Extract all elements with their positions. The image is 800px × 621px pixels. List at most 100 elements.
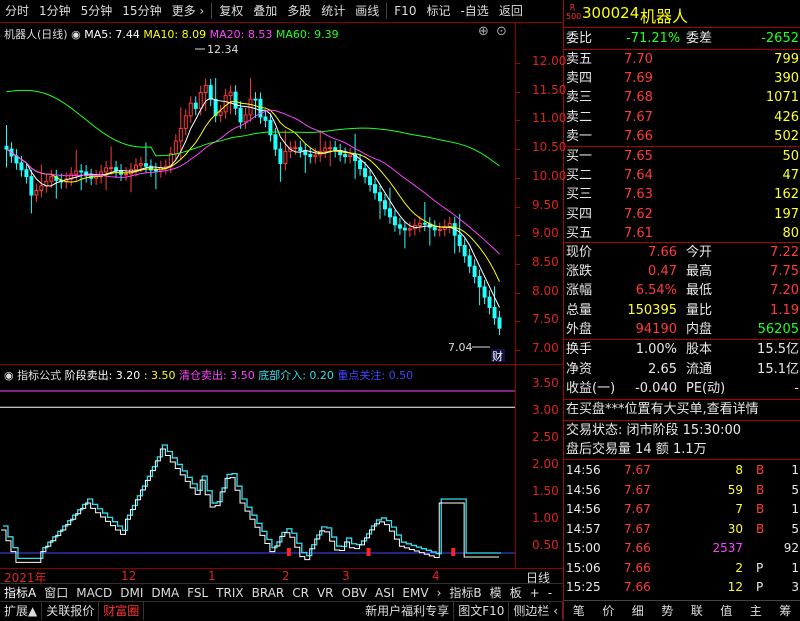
asks-row[interactable]: 卖四 7.69 390 xyxy=(566,69,799,89)
side-tab[interactable]: 值 xyxy=(716,601,736,620)
bids-row[interactable]: 买一 7.65 50 xyxy=(566,147,799,167)
toolbar-item[interactable]: F10 xyxy=(389,0,421,23)
indicator-tab[interactable]: EMV xyxy=(398,584,432,601)
toolbar-item[interactable]: -自选 xyxy=(455,0,493,23)
toolbar-item[interactable]: 画线 xyxy=(350,0,384,23)
candle xyxy=(19,162,24,171)
toolbar-item[interactable]: 5分钟 xyxy=(76,0,118,23)
indicator-tab[interactable]: DMI xyxy=(116,584,147,601)
tick-mark xyxy=(515,149,520,151)
price-chart[interactable]: 12.34 7.04 财 xyxy=(0,40,515,364)
candle xyxy=(253,98,258,101)
bids-price: 7.64 xyxy=(624,168,653,184)
asks-volume: 502 xyxy=(774,128,799,144)
ma60-line xyxy=(6,89,500,167)
bids-row[interactable]: 买四 7.62 197 xyxy=(566,205,799,225)
tick-mark xyxy=(515,263,520,265)
status-item[interactable]: 扩展▲ xyxy=(0,602,43,620)
bids-volume: 80 xyxy=(782,225,799,241)
indicator-tab[interactable]: 指标A xyxy=(0,584,40,601)
asks-row[interactable]: 卖一 7.66 502 xyxy=(566,127,799,147)
more-icon[interactable]: ⊕ xyxy=(478,24,489,39)
toolbar-item[interactable]: 15分钟 xyxy=(117,0,166,23)
toolbar-item[interactable]: 统计 xyxy=(316,0,350,23)
side-tab[interactable]: 价 xyxy=(598,601,618,620)
side-tab[interactable]: 筹 xyxy=(775,601,795,620)
candle xyxy=(49,176,54,182)
tick-row: 14:56 7.67 8 B 1 xyxy=(566,461,799,479)
toolbar-item[interactable]: 返回 xyxy=(494,0,528,23)
bids-row[interactable]: 买三 7.63 162 xyxy=(566,185,799,205)
indicator-tab[interactable]: + xyxy=(526,584,544,601)
indicator-tab[interactable]: VR xyxy=(313,584,338,601)
tick-row: 14:56 7.67 7 B 1 xyxy=(566,500,799,518)
settings-icon[interactable]: ⊙ xyxy=(496,24,507,39)
tick-volume: 8 xyxy=(735,463,743,477)
price-tick: 10.50 xyxy=(532,140,567,155)
indicator-tab[interactable]: MACD xyxy=(72,584,116,601)
toolbar-item[interactable]: 标记 xyxy=(421,0,455,23)
indicator-tab[interactable]: CR xyxy=(288,584,313,601)
bids-volume: 197 xyxy=(774,206,799,222)
side-tab[interactable]: 联 xyxy=(687,601,707,620)
toolbar-item[interactable]: 1分钟 xyxy=(34,0,76,23)
toolbar-item[interactable]: 多股 xyxy=(282,0,316,23)
candle xyxy=(313,154,318,158)
bids-volume: 162 xyxy=(774,187,799,203)
indicator-tick: 3.00 xyxy=(532,403,559,417)
side-tab[interactable]: 细 xyxy=(628,601,648,620)
status-item[interactable]: 新用户福利专享 xyxy=(361,602,455,620)
toolbar-item[interactable]: 叠加 xyxy=(248,0,282,23)
status-item[interactable]: 侧边栏 ‹ xyxy=(509,602,563,620)
candle xyxy=(193,102,198,109)
trade-status: 交易状态: 闭市阶段 15:30:00 xyxy=(566,423,742,438)
indicator-tick: 2.50 xyxy=(532,430,559,444)
indicator-tab[interactable]: - xyxy=(544,584,556,601)
side-tab[interactable]: 势 xyxy=(657,601,677,620)
candle xyxy=(358,160,363,170)
candle xyxy=(492,307,497,319)
indicator-tab[interactable]: 指标B xyxy=(445,584,485,601)
indicator-tab[interactable]: BRAR xyxy=(248,584,289,601)
indicator-tab[interactable]: DMA xyxy=(147,584,183,601)
indicator-tab[interactable]: 窗口 xyxy=(40,584,72,601)
indicator-tick: 1.50 xyxy=(532,484,559,498)
bids-row[interactable]: 买二 7.64 47 xyxy=(566,166,799,186)
tick-price: 7.67 xyxy=(624,482,651,497)
indicator-tab[interactable]: 模 xyxy=(486,584,506,601)
quote-value: 7.75 xyxy=(770,264,799,280)
indicator-tab[interactable]: FSL xyxy=(183,584,212,601)
candle xyxy=(363,168,368,178)
indicator-tab[interactable]: 板 xyxy=(506,584,526,601)
asks-row[interactable]: 卖五 7.70 799 xyxy=(566,50,799,70)
toolbar-item[interactable]: 复权 xyxy=(214,0,248,23)
big-order-notice[interactable]: 在买盘***位置有大买单,查看详情 xyxy=(566,400,799,420)
toolbar-item[interactable]: 分时 xyxy=(0,0,34,23)
toolbar-item[interactable]: 更多 › xyxy=(167,0,210,23)
indicator-tab[interactable]: OBV xyxy=(338,584,372,601)
indicator-tab[interactable]: › xyxy=(433,584,446,601)
indicator-chart[interactable] xyxy=(0,378,515,568)
asks-row[interactable]: 卖二 7.67 426 xyxy=(566,108,799,128)
side-tab[interactable]: 主 xyxy=(746,601,766,620)
indicator-tab[interactable]: TRIX xyxy=(212,584,247,601)
indicator-tab[interactable]: ASI xyxy=(371,584,398,601)
status-item[interactable]: 图文F10 xyxy=(454,602,510,620)
finance-marker-label: 财 xyxy=(492,349,503,363)
tick-mark xyxy=(515,321,520,323)
status-item[interactable]: 关联报价 xyxy=(42,602,100,620)
bids-row[interactable]: 买五 7.61 80 xyxy=(566,224,799,244)
quote-label: 最低 xyxy=(686,283,713,299)
main-sub-divider xyxy=(0,364,563,365)
quote2-row: 收益(一) -0.040 PE(动) - xyxy=(566,379,799,399)
asks-volume: 799 xyxy=(774,52,799,67)
asks-row[interactable]: 卖三 7.68 1071 xyxy=(566,88,799,108)
candle xyxy=(223,95,228,113)
price-tick: 11.50 xyxy=(532,82,567,97)
bids-price: 7.62 xyxy=(624,206,653,222)
status-item[interactable]: 财富圈 xyxy=(99,602,145,620)
asks-label: 卖四 xyxy=(566,71,593,87)
chart-right-border xyxy=(515,23,516,568)
side-tab[interactable]: 笔 xyxy=(569,601,589,620)
tick-volume: 59 xyxy=(727,482,743,497)
